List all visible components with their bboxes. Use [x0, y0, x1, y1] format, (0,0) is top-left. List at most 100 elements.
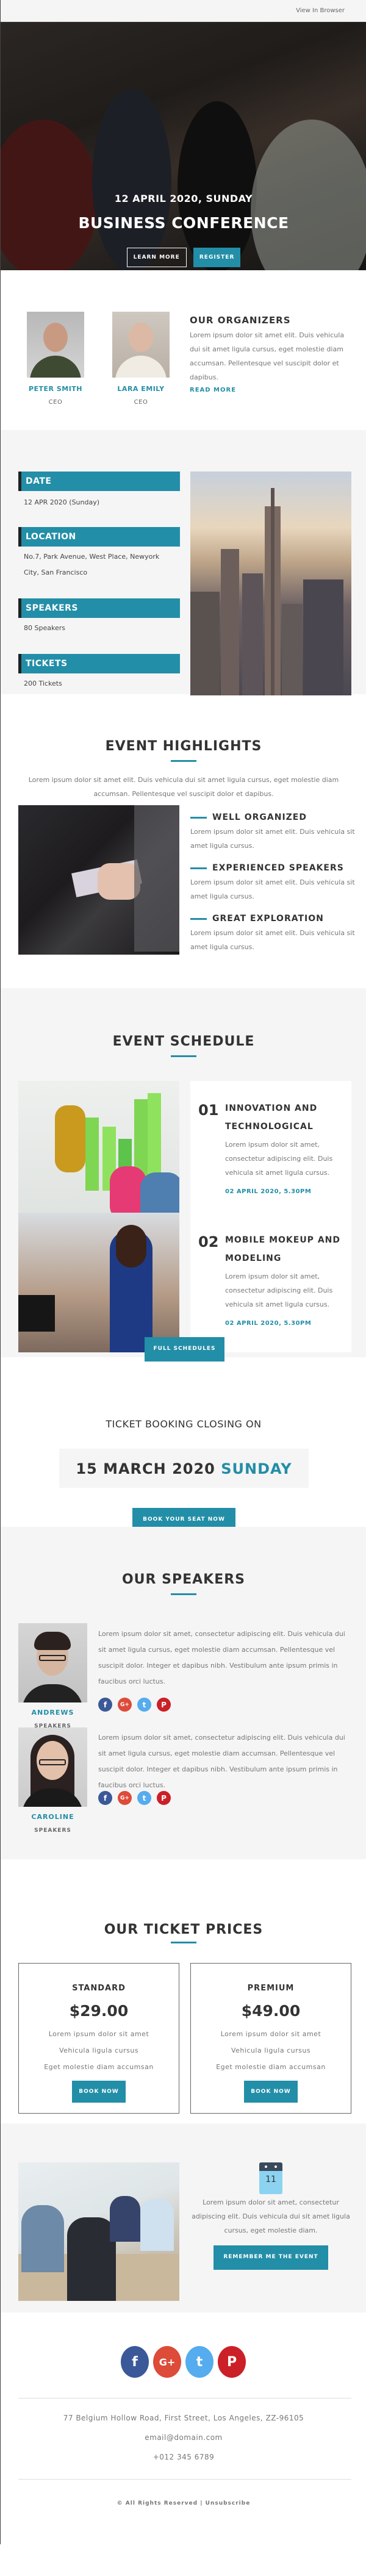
organizer-card: LARA EMILY CEO — [112, 312, 170, 406]
calendar-day: 11 — [265, 2175, 276, 2184]
footer-email[interactable]: email@domain.com — [1, 2433, 366, 2442]
plan-name: PREMIUM — [247, 1984, 295, 1993]
dash-icon — [190, 816, 207, 819]
plan-feature: Lorem ipsum dolor sit amet — [48, 2030, 149, 2038]
schedule-item-text: Lorem ipsum dolor sit amet, consectetur … — [225, 1141, 333, 1177]
highlight-item: GREAT EXPLORATION Lorem ipsum dolor sit … — [190, 914, 355, 954]
speaker-social-links: f G+ t P — [98, 1791, 171, 1805]
organizers-section: PETER SMITH CEO LARA EMILY CEO OUR ORGAN… — [1, 270, 366, 430]
schedule-number: 02 — [198, 1233, 219, 1250]
info-label-date: DATE — [18, 472, 180, 491]
organizers-title: OUR ORGANIZERS — [190, 315, 291, 326]
facebook-icon[interactable]: f — [121, 2346, 149, 2378]
twitter-icon[interactable]: t — [137, 1698, 151, 1712]
schedule-item-text: Lorem ipsum dolor sit amet, consectetur … — [225, 1272, 333, 1308]
pinterest-icon[interactable]: P — [218, 2346, 246, 2378]
hero-title: BUSINESS CONFERENCE — [78, 214, 289, 232]
view-in-browser-link[interactable]: View In Browser — [296, 7, 345, 14]
plan-feature: Eget molestie diam accumsan — [44, 2063, 154, 2071]
speakers-title: OUR SPEAKERS — [121, 1572, 246, 1587]
organizer-card: PETER SMITH CEO — [27, 312, 84, 406]
title-underline — [171, 760, 196, 762]
hero-banner: 12 APRIL 2020, SUNDAY BUSINESS CONFERENC… — [1, 22, 366, 270]
highlights-image — [18, 805, 179, 955]
organizer-role: CEO — [48, 399, 63, 406]
top-bar: View In Browser — [1, 0, 366, 22]
twitter-icon[interactable]: t — [185, 2346, 214, 2378]
info-label-tickets: TICKETS — [18, 654, 180, 673]
schedule-image — [18, 1081, 179, 1221]
ticket-prices-section: OUR TICKET PRICES STANDARD $29.00 Lorem … — [1, 1859, 366, 2123]
twitter-icon[interactable]: t — [137, 1791, 151, 1805]
email-template: View In Browser 12 APRIL 2020, SUNDAY BU… — [1, 0, 366, 2544]
schedule-card: 02 MOBILE MOKEUP AND MODELING Lorem ipsu… — [190, 1213, 351, 1352]
footer-social-links: f G+ t P — [121, 2346, 246, 2378]
price-card-premium: PREMIUM $49.00 Lorem ipsum dolor sit ame… — [190, 1963, 351, 2114]
schedule-card: 01 INNOVATION AND TECHNOLOGICAL Lorem ip… — [190, 1081, 351, 1221]
schedule-item-title: INNOVATION AND TECHNOLOGICAL — [225, 1103, 318, 1132]
google-plus-icon[interactable]: G+ — [118, 1791, 132, 1805]
highlights-section: EVENT HIGHLIGHTS Lorem ipsum dolor sit a… — [1, 694, 366, 988]
speakers-section: OUR SPEAKERS ANDREWS SPEAKERS Lorem ipsu… — [1, 1527, 366, 1859]
google-plus-icon[interactable]: G+ — [118, 1698, 132, 1712]
facebook-icon[interactable]: f — [98, 1791, 112, 1805]
hero-date: 12 APRIL 2020, SUNDAY — [114, 193, 253, 204]
closing-date: 15 MARCH 2020 — [76, 1460, 215, 1477]
google-plus-icon[interactable]: G+ — [153, 2346, 181, 2378]
highlights-intro: Lorem ipsum dolor sit amet elit. Duis ve… — [28, 776, 339, 798]
organizers-description: Lorem ipsum dolor sit amet elit. Duis ve… — [190, 331, 345, 381]
title-underline — [171, 1942, 196, 1943]
highlight-title: WELL ORGANIZED — [212, 813, 307, 822]
highlight-item: WELL ORGANIZED Lorem ipsum dolor sit ame… — [190, 813, 355, 853]
speaker-photo — [18, 1623, 87, 1702]
dash-icon — [190, 867, 207, 869]
remember-text: Lorem ipsum dolor sit amet, consectetur … — [192, 2198, 350, 2234]
footer: f G+ t P 77 Belgium Hollow Road, First S… — [1, 2312, 366, 2544]
closing-day: SUNDAY — [221, 1460, 292, 1477]
pinterest-icon[interactable]: P — [157, 1698, 171, 1712]
schedule-item-title: MOBILE MOKEUP AND MODELING — [225, 1235, 340, 1263]
register-button[interactable]: REGISTER — [193, 248, 241, 267]
speaker-bio: Lorem ipsum dolor sit amet, consectetur … — [98, 1630, 345, 1685]
highlight-title: EXPERIENCED SPEAKERS — [212, 863, 344, 873]
remember-section: 11 Lorem ipsum dolor sit amet, consectet… — [1, 2123, 366, 2312]
book-now-button[interactable]: BOOK NOW — [244, 2081, 298, 2103]
plan-feature: Lorem ipsum dolor sit amet — [220, 2030, 321, 2038]
book-now-button[interactable]: BOOK NOW — [72, 2081, 126, 2103]
footer-copyright[interactable]: © All Rights Reserved | Unsubscribe — [1, 2500, 366, 2506]
info-value-location: No.7, Park Avenue, West Place, Newyork C… — [24, 553, 160, 576]
organizer-name: PETER SMITH — [28, 385, 83, 393]
calendar-icon: 11 — [259, 2162, 282, 2194]
info-value-date: 12 APR 2020 (Sunday) — [24, 498, 100, 506]
price-card-standard: STANDARD $29.00 Lorem ipsum dolor sit am… — [18, 1963, 179, 2114]
learn-more-button[interactable]: LEARN MORE — [126, 248, 187, 267]
speaker-name: ANDREWS — [31, 1709, 74, 1717]
highlight-item: EXPERIENCED SPEAKERS Lorem ipsum dolor s… — [190, 863, 355, 903]
plan-feature: Vehicula ligula cursus — [231, 2047, 311, 2054]
speaker-role: SPEAKERS — [34, 1828, 71, 1834]
team-meeting-image — [18, 2162, 179, 2301]
schedule-title: EVENT SCHEDULE — [112, 1034, 255, 1049]
highlight-text: Lorem ipsum dolor sit amet elit. Duis ve… — [190, 828, 355, 850]
footer-address: 77 Belgium Hollow Road, First Street, Lo… — [63, 2414, 304, 2422]
plan-feature: Eget molestie diam accumsan — [216, 2063, 326, 2071]
info-value-speakers: 80 Speakers — [24, 624, 65, 632]
speaker-bio: Lorem ipsum dolor sit amet, consectetur … — [98, 1734, 345, 1789]
hero-buttons: LEARN MORE REGISTER — [1, 248, 366, 267]
hero-overlay — [1, 22, 366, 270]
title-underline — [171, 1055, 196, 1057]
pinterest-icon[interactable]: P — [157, 1791, 171, 1805]
read-more-link[interactable]: READ MORE — [190, 387, 352, 393]
remember-event-button[interactable]: REMEMBER ME THE EVENT — [214, 2245, 328, 2270]
plan-feature: Vehicula ligula cursus — [59, 2047, 139, 2054]
organizer-photo — [27, 312, 84, 378]
highlight-text: Lorem ipsum dolor sit amet elit. Duis ve… — [190, 929, 355, 951]
dash-icon — [190, 917, 207, 920]
city-skyline-image — [190, 472, 351, 695]
info-label-speakers: SPEAKERS — [18, 598, 180, 618]
highlight-title: GREAT EXPLORATION — [212, 914, 324, 924]
info-value-tickets: 200 Tickets — [24, 680, 62, 687]
facebook-icon[interactable]: f — [98, 1698, 112, 1712]
schedule-number: 01 — [198, 1102, 219, 1119]
event-info-section: DATE 12 APR 2020 (Sunday) LOCATION No.7,… — [1, 430, 366, 695]
